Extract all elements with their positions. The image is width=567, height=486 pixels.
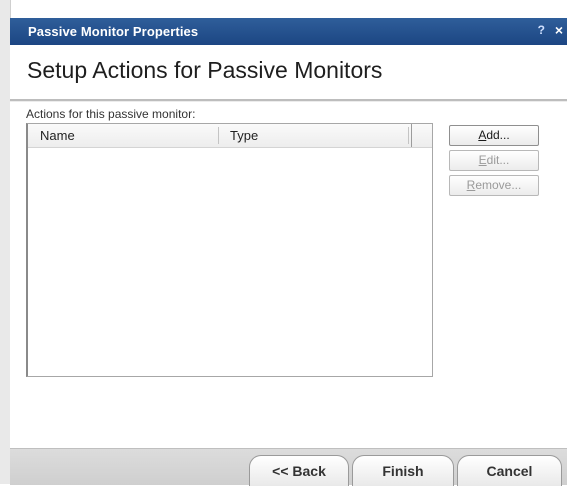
footer-bar: << Back Finish Cancel (10, 448, 567, 486)
table-header: Name Type (28, 124, 432, 148)
actions-label: Actions for this passive monitor: (26, 107, 196, 121)
back-button[interactable]: << Back (249, 455, 349, 486)
edit-button-mnemonic: E (478, 153, 487, 167)
edit-button[interactable]: Edit... (449, 150, 539, 171)
page-title: Setup Actions for Passive Monitors (27, 57, 383, 83)
remove-button-label: emove... (475, 178, 522, 192)
edit-button-label: dit... (486, 153, 510, 167)
close-icon[interactable]: × (555, 22, 563, 38)
title-bar[interactable]: Passive Monitor Properties ? × (10, 18, 567, 45)
column-header-type[interactable]: Type (230, 124, 390, 147)
page-header: Setup Actions for Passive Monitors (10, 45, 567, 99)
column-divider[interactable] (408, 127, 409, 144)
remove-button-mnemonic: R (466, 178, 476, 192)
finish-button[interactable]: Finish (352, 455, 454, 486)
column-divider[interactable] (218, 127, 219, 144)
column-header-name[interactable]: Name (40, 124, 218, 147)
dialog-window: Passive Monitor Properties ? × Setup Act… (0, 0, 567, 486)
help-icon[interactable]: ? (538, 23, 545, 37)
cancel-button[interactable]: Cancel (457, 455, 562, 486)
column-end-divider (411, 124, 412, 147)
actions-table[interactable]: Name Type (26, 123, 433, 377)
add-button[interactable]: Add... (449, 125, 539, 146)
content-area: Actions for this passive monitor: Name T… (10, 102, 567, 448)
add-button-label: dd... (486, 128, 510, 142)
remove-button[interactable]: Remove... (449, 175, 539, 196)
window-title: Passive Monitor Properties (28, 24, 199, 39)
action-buttons: Add... Edit... Remove... (449, 125, 541, 200)
